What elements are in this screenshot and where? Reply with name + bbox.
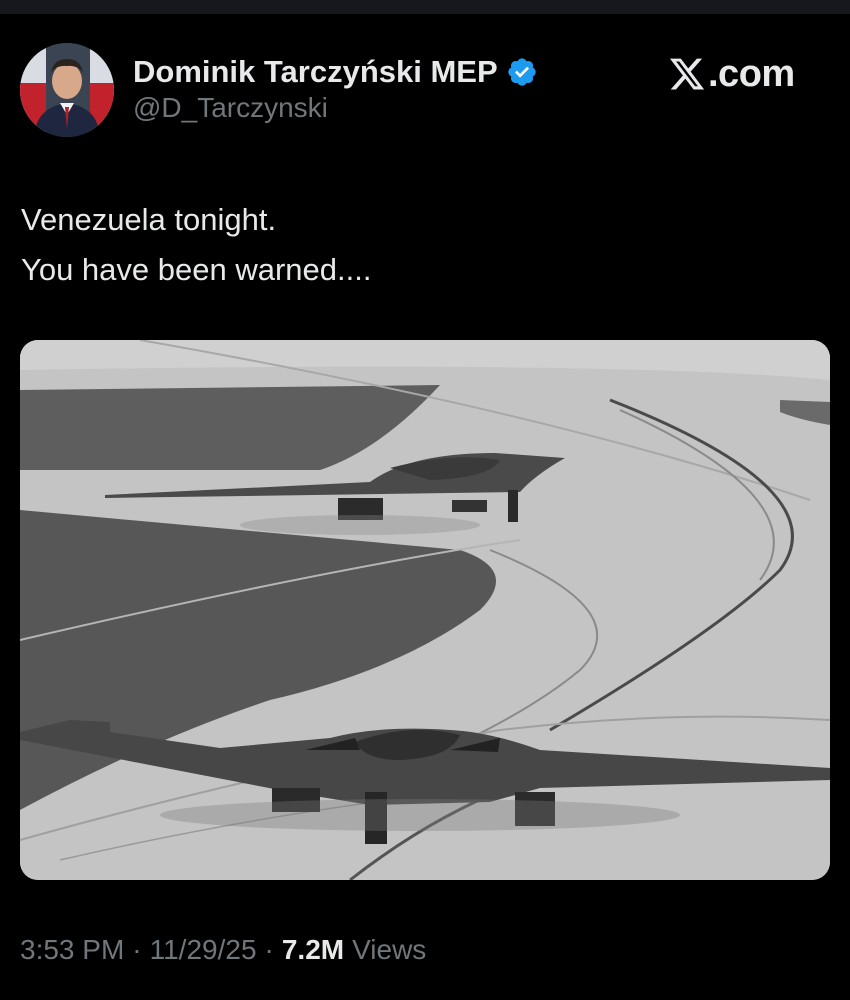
- author-name[interactable]: Dominik Tarczyński MEP: [133, 54, 498, 90]
- avatar[interactable]: [20, 43, 114, 137]
- tweet-text-line: You have been warned....: [21, 252, 372, 287]
- verified-badge-icon: [506, 56, 538, 88]
- avatar-image: [20, 43, 114, 137]
- brand-text: .com: [708, 52, 795, 95]
- author-name-row[interactable]: Dominik Tarczyński MEP: [133, 52, 538, 92]
- tweet-text: Venezuela tonight. You have been warned.…: [21, 195, 821, 295]
- meta-separator: ·: [264, 934, 274, 965]
- meta-separator: ·: [132, 934, 142, 965]
- views-count[interactable]: 7.2M: [282, 934, 344, 966]
- tweet-date[interactable]: 11/29/25: [150, 934, 257, 966]
- stealth-bombers-photo: [20, 340, 830, 880]
- x-logo-icon: [668, 55, 706, 93]
- tweet-text-line: Venezuela tonight.: [21, 202, 277, 237]
- tweet-media-photo[interactable]: [20, 340, 830, 880]
- brand-logo: .com: [668, 52, 795, 96]
- tweet-time[interactable]: 3:53 PM: [20, 934, 124, 966]
- tweet-meta: 3:53 PM · 11/29/25 · 7.2M Views: [20, 930, 426, 970]
- top-status-strip: [0, 0, 850, 14]
- views-label[interactable]: Views: [352, 934, 426, 966]
- author-handle[interactable]: @D_Tarczynski: [133, 92, 328, 124]
